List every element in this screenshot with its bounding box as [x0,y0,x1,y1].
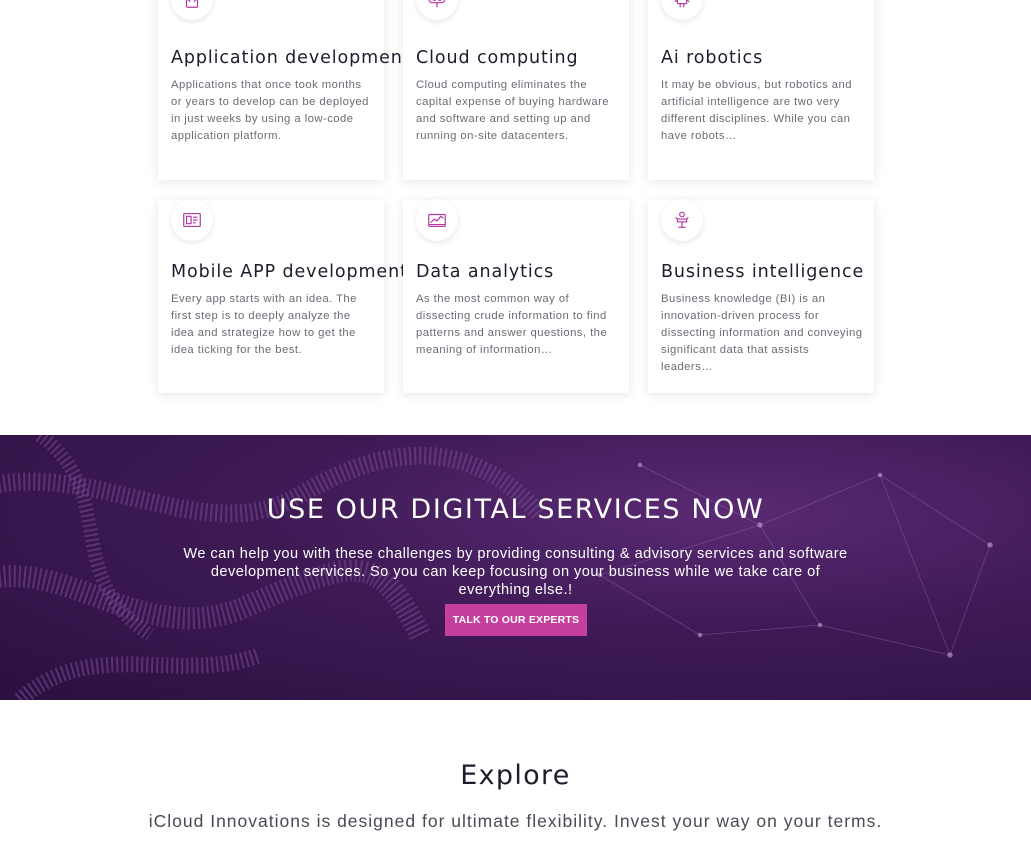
card-title: Ai robotics [661,48,764,68]
card-description: Applications that once took months or ye… [171,79,369,142]
service-card-ai-robotics[interactable]: Ai robotics It may be obvious, but robot… [648,0,874,180]
service-card-mobile-app-development[interactable]: Mobile APP development Every app starts … [158,199,407,393]
card-description: Cloud computing eliminates the capital e… [416,79,610,142]
card-title: Business intelligence [661,262,865,282]
cta-banner: USE OUR DIGITAL SERVICES NOW We can help… [0,435,1031,700]
card-description: Business knowledge (BI) is an innovation… [661,293,863,373]
services-grid: Application development Applications tha… [0,0,1031,435]
explore-title: Explore [460,760,571,791]
service-card-business-intelligence[interactable]: Business intelligence Business knowledge… [648,199,874,393]
business-intelligence-icon [661,199,703,241]
card-description: As the most common way of dissecting cru… [416,293,608,356]
card-title: Data analytics [416,262,555,282]
service-card-cloud-computing[interactable]: Cloud computing Cloud computing eliminat… [403,0,629,180]
card-title: Cloud computing [416,48,579,68]
card-description: Every app starts with an idea. The first… [171,293,357,356]
service-card-data-analytics[interactable]: Data analytics As the most common way of… [403,199,629,393]
app-code-icon [171,0,213,20]
banner-description: We can help you with these challenges by… [183,546,848,598]
talk-to-experts-button[interactable]: TALK TO OUR EXPERTS [445,604,587,636]
mobile-app-icon [171,199,213,241]
data-analytics-icon [416,199,458,241]
robot-icon [661,0,703,20]
cloud-computing-icon [416,0,458,20]
card-title: Mobile APP development [171,262,408,282]
service-card-application-development[interactable]: Application development Applications tha… [158,0,410,180]
explore-description: iCloud Innovations is designed for ultim… [148,811,883,831]
card-description: It may be obvious, but robotics and arti… [661,79,852,142]
card-title: Application development [171,48,411,68]
banner-title: USE OUR DIGITAL SERVICES NOW [266,494,765,525]
